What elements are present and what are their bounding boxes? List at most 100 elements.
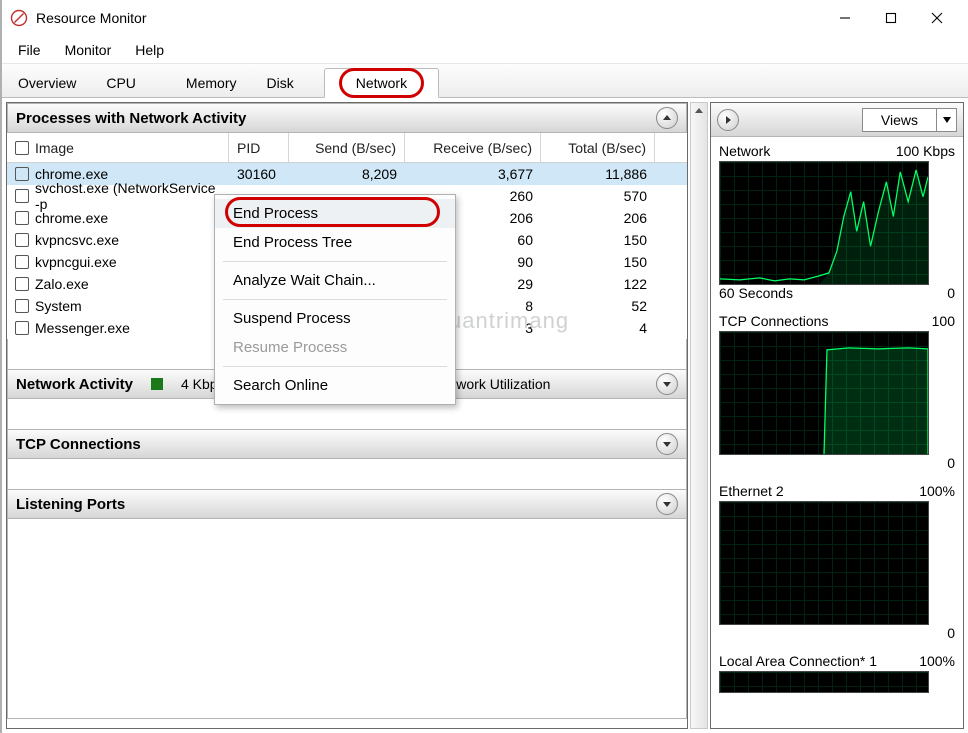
chart-title: Local Area Connection* 1 (719, 653, 877, 669)
chip-green-icon (151, 378, 163, 390)
tab-disk[interactable]: Disk (252, 69, 307, 97)
tabstrip: Overview CPU Memory Disk Network (2, 64, 968, 98)
cell-image: kvpncsvc.exe (35, 232, 119, 248)
menu-analyze-wait-chain[interactable]: Analyze Wait Chain... (215, 266, 455, 295)
cell-total: 11,886 (541, 166, 655, 182)
window-title: Resource Monitor (36, 10, 822, 26)
section-processes-header[interactable]: Processes with Network Activity (7, 103, 687, 133)
cell-total: 570 (541, 188, 655, 204)
cell-image: Messenger.exe (35, 320, 130, 336)
chart-canvas (719, 331, 929, 455)
chart-scale: 100% (919, 483, 955, 499)
minimize-button[interactable] (822, 2, 868, 34)
chart-canvas (719, 161, 929, 285)
expand-button[interactable] (656, 373, 678, 395)
titlebar: Resource Monitor (2, 0, 968, 36)
section-processes-title: Processes with Network Activity (16, 110, 246, 127)
chart-title: Network (719, 143, 770, 159)
section-ports-header[interactable]: Listening Ports (7, 489, 687, 519)
menu-file[interactable]: File (6, 38, 53, 62)
app-icon (10, 9, 28, 27)
scrollbar-vertical[interactable] (690, 102, 708, 729)
collapse-button[interactable] (656, 107, 678, 129)
expand-button[interactable] (656, 433, 678, 455)
cell-image: chrome.exe (35, 210, 108, 226)
checkbox[interactable] (15, 167, 29, 181)
maximize-button[interactable] (868, 2, 914, 34)
cell-total: 150 (541, 232, 655, 248)
section-tcp-header[interactable]: TCP Connections (7, 429, 687, 459)
cell-image: Zalo.exe (35, 276, 89, 292)
checkbox[interactable] (15, 189, 29, 203)
checkbox[interactable] (15, 299, 29, 313)
expand-button[interactable] (656, 493, 678, 515)
menubar: File Monitor Help (2, 36, 968, 64)
checkbox[interactable] (15, 255, 29, 269)
chart-title: TCP Connections (719, 313, 828, 329)
menu-end-process-tree[interactable]: End Process Tree (215, 228, 455, 257)
tab-cpu[interactable]: CPU (92, 69, 150, 97)
chart-block: Ethernet 2 100% 0 (711, 477, 963, 647)
chart-foot-left: 60 Seconds (719, 285, 793, 301)
chart-foot-right: 0 (947, 625, 955, 641)
collapse-right-button[interactable] (717, 109, 739, 131)
chevron-down-icon (936, 109, 956, 131)
separator (223, 299, 447, 300)
menu-help[interactable]: Help (123, 38, 176, 62)
checkbox-all[interactable] (15, 141, 29, 155)
chart-title: Ethernet 2 (719, 483, 784, 499)
cell-total: 150 (541, 254, 655, 270)
cell-send: 8,209 (289, 166, 405, 182)
cell-receive: 3,677 (405, 166, 541, 182)
chart-block: Local Area Connection* 1 100% (711, 647, 963, 695)
menu-monitor[interactable]: Monitor (53, 38, 124, 62)
menu-suspend-process[interactable]: Suspend Process (215, 304, 455, 333)
chart-foot-right: 0 (947, 455, 955, 471)
col-total[interactable]: Total (B/sec) (541, 133, 655, 162)
separator (223, 366, 447, 367)
context-menu: End Process End Process Tree Analyze Wai… (214, 194, 456, 405)
chart-scale: 100 (932, 313, 955, 329)
col-receive[interactable]: Receive (B/sec) (405, 133, 541, 162)
cell-image: svchost.exe (NetworkService -p (35, 180, 221, 212)
chart-block: TCP Connections 100 0 (711, 307, 963, 477)
checkbox[interactable] (15, 233, 29, 247)
col-send[interactable]: Send (B/sec) (289, 133, 405, 162)
chart-scale: 100 Kbps (896, 143, 955, 159)
tab-memory[interactable]: Memory (172, 69, 251, 97)
right-pane-header: Views (711, 103, 963, 137)
checkbox[interactable] (15, 277, 29, 291)
cell-image: kvpncgui.exe (35, 254, 117, 270)
menu-resume-process: Resume Process (215, 333, 455, 362)
close-button[interactable] (914, 2, 960, 34)
cell-image: System (35, 298, 82, 314)
views-label: Views (863, 112, 936, 128)
chart-canvas (719, 501, 929, 625)
views-dropdown[interactable]: Views (862, 108, 957, 132)
chart-canvas (719, 671, 929, 693)
cell-total: 52 (541, 298, 655, 314)
tab-network[interactable]: Network (324, 68, 439, 98)
separator (223, 261, 447, 262)
col-pid[interactable]: PID (229, 133, 289, 162)
section-network-activity-title: Network Activity (16, 376, 133, 393)
section-ports-title: Listening Ports (16, 496, 125, 513)
chart-block: Network 100 Kbps 60 Seconds 0 (711, 137, 963, 307)
annotation-highlight: Network (339, 68, 424, 98)
checkbox[interactable] (15, 321, 29, 335)
table-header: Image PID Send (B/sec) Receive (B/sec) T… (7, 133, 687, 163)
checkbox[interactable] (15, 211, 29, 225)
cell-total: 4 (541, 320, 655, 336)
cell-pid: 30160 (229, 166, 289, 182)
section-tcp-title: TCP Connections (16, 436, 141, 453)
annotation-highlight (225, 197, 440, 227)
tab-overview[interactable]: Overview (4, 69, 90, 97)
scroll-up-icon[interactable] (691, 103, 707, 119)
cell-total: 122 (541, 276, 655, 292)
cell-total: 206 (541, 210, 655, 226)
right-pane: Views Network100 Kbps60 Seconds0TCP Conn… (710, 102, 964, 729)
chart-scale: 100% (919, 653, 955, 669)
chart-foot-right: 0 (947, 285, 955, 301)
col-image[interactable]: Image (35, 140, 74, 156)
menu-search-online[interactable]: Search Online (215, 371, 455, 400)
